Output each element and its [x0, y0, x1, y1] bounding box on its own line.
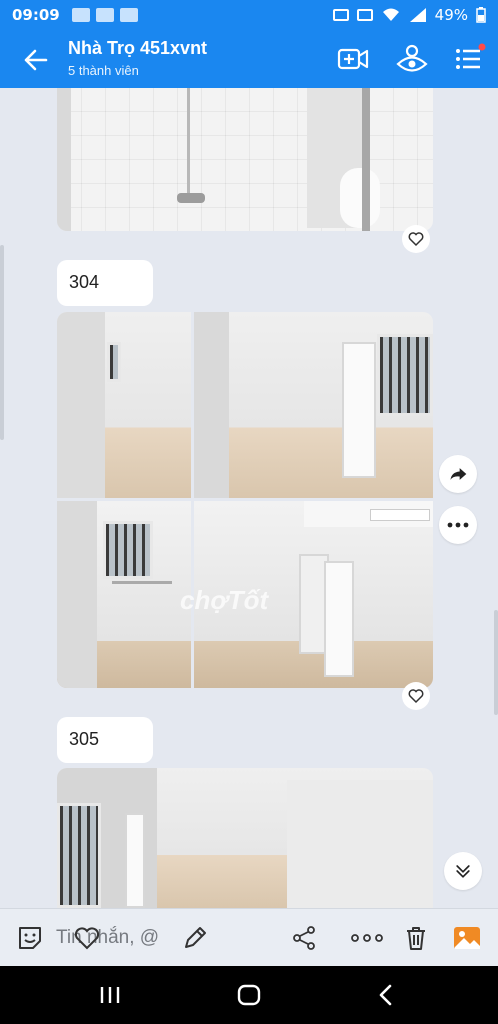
- status-bar: 09:09 49%: [0, 0, 498, 30]
- status-right: 49%: [332, 6, 486, 24]
- arrow-left-icon[interactable]: [20, 44, 52, 76]
- signal-icon: [409, 8, 426, 22]
- watermark: chợTốt: [180, 585, 269, 615]
- back-icon[interactable]: [372, 980, 402, 1010]
- member-count[interactable]: 5 thành viên: [68, 63, 139, 78]
- video-add-icon[interactable]: [336, 42, 370, 76]
- notification-icon: [119, 8, 138, 22]
- like-button[interactable]: [402, 682, 430, 710]
- scrollbar[interactable]: [494, 610, 498, 715]
- home-icon[interactable]: [234, 980, 264, 1010]
- message-photo[interactable]: [194, 312, 433, 498]
- chat-title[interactable]: Nhà Trọ 451xvnt: [68, 38, 207, 59]
- room-label: 305: [69, 729, 100, 749]
- heart-icon: [408, 232, 424, 247]
- system-navigation-bar: [0, 966, 498, 1024]
- sticker-face-icon[interactable]: [15, 923, 45, 953]
- list-menu-icon[interactable]: [452, 42, 486, 76]
- battery-level: 49%: [434, 6, 468, 24]
- message-list[interactable]: 304 chợTốt 305: [0, 88, 498, 908]
- more-options-button[interactable]: [439, 506, 477, 544]
- pencil-icon[interactable]: [180, 923, 210, 953]
- eye-icon[interactable]: [395, 42, 429, 76]
- gallery-icon[interactable]: [452, 923, 482, 953]
- notification-icon: [95, 8, 114, 22]
- trash-icon[interactable]: [401, 923, 431, 953]
- forward-button[interactable]: [439, 455, 477, 493]
- notification-icon: [71, 8, 90, 22]
- heart-icon[interactable]: [72, 923, 102, 953]
- message-photo[interactable]: [57, 501, 191, 688]
- wifi-icon: [382, 8, 399, 21]
- share-nodes-icon[interactable]: [289, 923, 319, 953]
- notification-icons: [71, 8, 138, 22]
- alarm-icon: [332, 9, 349, 21]
- message-text-bubble[interactable]: 305: [57, 717, 153, 763]
- recent-apps-icon[interactable]: [95, 980, 125, 1010]
- chevron-down-double-icon: [456, 865, 470, 878]
- scroll-down-button[interactable]: [444, 852, 482, 890]
- volte-icon: [356, 9, 373, 21]
- status-time: 09:09: [12, 6, 60, 24]
- message-photo[interactable]: [57, 768, 433, 908]
- message-photo[interactable]: [57, 88, 433, 231]
- share-arrow-icon: [450, 468, 467, 480]
- more-dots-icon: [447, 522, 469, 528]
- heart-icon: [408, 689, 424, 704]
- message-composer: Tin nhắn, @: [0, 908, 498, 966]
- chat-header: Nhà Trọ 451xvnt 5 thành viên: [0, 30, 498, 88]
- scroll-indicator: [0, 245, 4, 440]
- dots-icon[interactable]: [350, 923, 384, 953]
- battery-icon: [476, 7, 486, 23]
- message-text-bubble[interactable]: 304: [57, 260, 153, 306]
- message-photo[interactable]: [57, 312, 191, 498]
- room-label: 304: [69, 272, 100, 292]
- like-button[interactable]: [402, 225, 430, 253]
